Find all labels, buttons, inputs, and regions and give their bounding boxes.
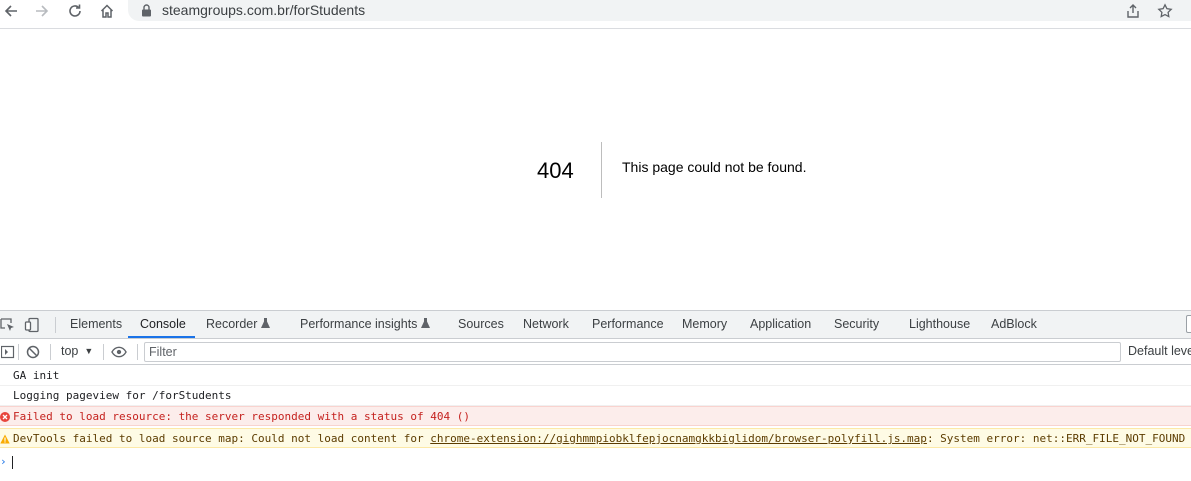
- toolbar-separator: [55, 317, 56, 333]
- tab-performance[interactable]: Performance: [592, 317, 664, 331]
- block-icon: [26, 345, 40, 359]
- tab-recorder[interactable]: Recorder: [206, 317, 271, 331]
- console-prompt[interactable]: ›: [0, 454, 1191, 470]
- console-message-text: GA init: [13, 369, 60, 382]
- tab-sources[interactable]: Sources: [458, 317, 504, 331]
- forward-button[interactable]: [31, 1, 53, 21]
- tab-console[interactable]: Console: [140, 317, 186, 331]
- text-cursor: [12, 456, 13, 469]
- tab-network[interactable]: Network: [523, 317, 569, 331]
- warning-icon: [0, 434, 10, 444]
- source-map-link[interactable]: chrome-extension://gighmmpiobklfepjocnam…: [430, 432, 927, 445]
- toolbar-separator: [18, 344, 19, 360]
- inspect-element-button[interactable]: [0, 317, 16, 333]
- flask-icon: [261, 318, 271, 328]
- tab-security[interactable]: Security: [834, 317, 879, 331]
- home-button[interactable]: [96, 1, 118, 21]
- error-divider: [601, 142, 602, 198]
- star-icon: [1157, 3, 1173, 18]
- share-icon: [1127, 4, 1139, 18]
- lock-icon: [142, 4, 151, 17]
- caret-down-icon: ▼: [84, 346, 94, 356]
- tab-memory[interactable]: Memory: [682, 317, 727, 331]
- tab-performance-insights[interactable]: Performance insights: [300, 317, 431, 331]
- inspect-icon: [0, 318, 14, 331]
- page-content: 404 This page could not be found.: [0, 29, 1191, 310]
- share-button[interactable]: [1124, 2, 1142, 20]
- console-message-text: Logging pageview for /forStudents: [13, 389, 232, 402]
- bookmark-button[interactable]: [1156, 2, 1174, 20]
- tab-performance-insights-label: Performance insights: [300, 317, 418, 331]
- console-message: Logging pageview for /forStudents: [0, 386, 1191, 406]
- url-text: steamgroups.com.br/forStudents: [162, 2, 366, 18]
- reload-button[interactable]: [64, 1, 86, 21]
- device-toolbar-button[interactable]: [24, 317, 40, 333]
- eye-icon: [111, 346, 127, 358]
- console-message-text: DevTools failed to load source map: Coul…: [13, 432, 431, 445]
- reload-icon: [69, 4, 81, 17]
- error-icon: [0, 412, 10, 422]
- sidebar-icon: [1, 345, 15, 359]
- clear-console-button[interactable]: [25, 344, 41, 360]
- error-message: This page could not be found.: [622, 159, 807, 175]
- console-message: GA init: [0, 366, 1191, 386]
- console-toolbar: top ▼ Default levels: [0, 339, 1191, 365]
- tab-application[interactable]: Application: [750, 317, 811, 331]
- context-selector-label: top: [61, 344, 79, 358]
- live-expression-button[interactable]: [111, 344, 127, 360]
- tab-elements[interactable]: Elements: [70, 317, 122, 331]
- tab-recorder-label: Recorder: [206, 317, 258, 331]
- prompt-chevron-icon: ›: [0, 455, 7, 468]
- device-icon: [24, 317, 39, 333]
- arrow-right-icon: [36, 5, 49, 17]
- console-warning-message: DevTools failed to load source map: Coul…: [0, 428, 1191, 448]
- devtools-panel-toggle[interactable]: [1186, 315, 1191, 333]
- toolbar-separator: [50, 344, 51, 360]
- log-levels-dropdown[interactable]: Default levels: [1128, 344, 1191, 358]
- toolbar-separator: [103, 344, 104, 360]
- console-error-message: Failed to load resource: the server resp…: [0, 406, 1191, 426]
- show-sidebar-button[interactable]: [0, 344, 16, 360]
- home-icon: [100, 4, 114, 18]
- address-bar[interactable]: steamgroups.com.br/forStudents: [128, 0, 1191, 21]
- active-tab-indicator: [128, 336, 195, 338]
- error-code: 404: [537, 158, 574, 183]
- context-selector[interactable]: top ▼: [61, 344, 93, 358]
- toolbar-separator: [137, 344, 138, 360]
- console-message-text: Failed to load resource: the server resp…: [13, 410, 470, 423]
- tab-adblock[interactable]: AdBlock: [991, 317, 1037, 331]
- arrow-left-icon: [4, 5, 17, 17]
- flask-icon: [421, 318, 431, 328]
- tab-lighthouse[interactable]: Lighthouse: [909, 317, 970, 331]
- devtools-tab-strip: Elements Console Recorder Performance in…: [0, 310, 1191, 339]
- back-button[interactable]: [0, 1, 22, 21]
- console-output: GA init Logging pageview for /forStudent…: [0, 366, 1191, 481]
- browser-toolbar: steamgroups.com.br/forStudents: [0, 0, 1191, 29]
- console-message-text: : System error: net::ERR_FILE_NOT_FOUND: [926, 432, 1186, 445]
- filter-input[interactable]: [144, 342, 1121, 362]
